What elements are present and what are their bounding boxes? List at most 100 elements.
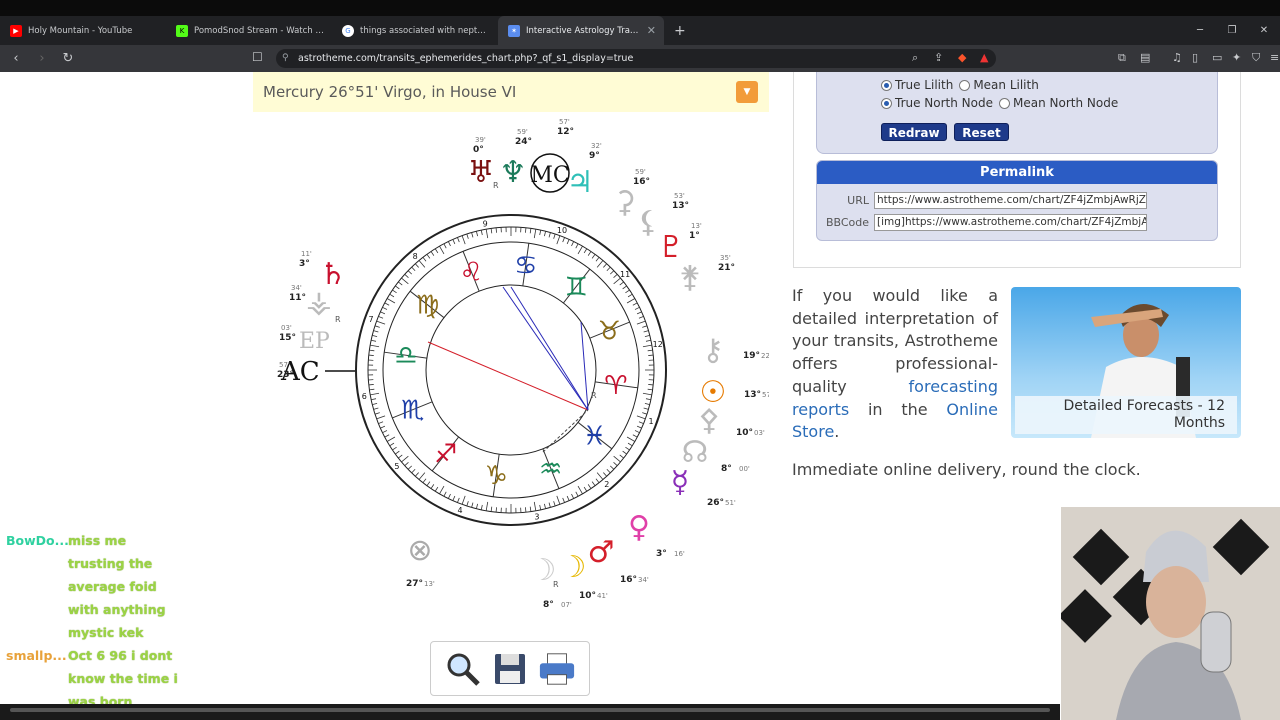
degree-label: 10° [736, 428, 753, 438]
permalink-url-field[interactable]: https://www.astrotheme.com/chart/ZF4jZmb… [874, 192, 1147, 209]
node-options: True North Node Mean North Node [881, 96, 1124, 110]
mars-icon: ♂ [588, 535, 615, 570]
degree-label: 16° [620, 575, 637, 585]
zodiac-sign-icon: ♉ [598, 316, 621, 346]
minute-label: 16' [674, 550, 685, 558]
tab-title: things associated with neptune - Go [360, 25, 490, 36]
zodiac-sign-icon: ♓ [583, 421, 606, 451]
ai-icon[interactable]: ✦ [1232, 51, 1241, 64]
ceres-icon: ⚳ [614, 185, 636, 220]
magnifier-icon[interactable] [444, 650, 482, 688]
chat-message-line: mystic kek [68, 625, 144, 640]
house-number: 2 [604, 480, 609, 489]
zodiac-sign-icon: ♌ [460, 258, 483, 288]
retrograde-label: R [553, 580, 559, 589]
chat-username[interactable]: smallp... [6, 644, 76, 667]
minute-label: 11' [301, 250, 312, 258]
radio-label: True North Node [895, 96, 993, 110]
printer-icon[interactable] [538, 650, 576, 688]
extension-icon[interactable]: ⧉ [1118, 51, 1126, 65]
reload-icon[interactable]: ↻ [58, 51, 78, 66]
horizontal-scrollbar[interactable] [10, 708, 1050, 712]
chat-message-line: trusting the [68, 556, 153, 571]
info-text-end: . [834, 422, 840, 442]
save-icon[interactable] [491, 650, 529, 688]
url-field[interactable]: ⚲ astrotheme.com/transits_ephemerides_ch… [276, 49, 996, 68]
back-icon[interactable]: ‹ [6, 51, 26, 66]
redraw-button[interactable]: Redraw [881, 123, 947, 141]
new-tab-button[interactable]: + [674, 23, 686, 39]
mean-node-radio[interactable] [999, 97, 1010, 109]
part-of-fortune-icon: ⊗ [407, 533, 432, 568]
maximize-icon[interactable]: ❐ [1216, 25, 1248, 36]
chat-username[interactable]: BowDo... [6, 529, 76, 552]
minute-label: 34' [291, 284, 302, 292]
tab-astrotheme[interactable]: ✶ Interactive Astrology Transits, Ep ✕ [498, 16, 664, 45]
degree-tick [525, 507, 527, 513]
mean-lilith-radio[interactable] [959, 79, 971, 91]
chat-message-line: Oct 6 96 i dont [68, 648, 173, 663]
tab-google[interactable]: G things associated with neptune - Go [332, 16, 498, 45]
rewards-icon[interactable]: ▲ [980, 51, 988, 64]
close-tab-icon[interactable]: ✕ [647, 24, 656, 37]
reset-button[interactable]: Reset [954, 123, 1009, 141]
house-number: 9 [483, 219, 488, 228]
degree-label: 3° [299, 259, 310, 269]
juno-icon: ⚵ [679, 260, 701, 295]
midheaven-label: MC [530, 163, 569, 188]
planet-info-text: Mercury 26°51' Virgo, in House VI [263, 83, 517, 101]
true-node-radio[interactable] [881, 97, 892, 109]
tab-kick[interactable]: K PomodSnod Stream - Watch Live [166, 16, 332, 45]
reader-icon[interactable]: ▤ [1140, 51, 1150, 64]
site-info-icon[interactable]: ⚲ [282, 49, 289, 68]
share-icon[interactable]: ⇪ [934, 51, 943, 64]
tab-title: Holy Mountain - YouTube [28, 25, 133, 36]
streamer-webcam-image [1061, 507, 1280, 720]
vesta-icon: ⚶ [306, 285, 332, 320]
zoom-icon[interactable]: ⌕ [912, 51, 918, 65]
minute-label: 53' [674, 192, 685, 200]
kick-icon: K [176, 24, 188, 37]
chat-message-line: average foid [68, 579, 157, 594]
degree-label: 27° [406, 579, 423, 589]
zodiac-sign-icon: ♑ [485, 461, 508, 491]
close-window-icon[interactable]: ✕ [1248, 25, 1280, 36]
top-frame [0, 0, 1280, 16]
house-number: 4 [457, 506, 462, 515]
degree-label: 12° [557, 127, 574, 137]
degree-label: 9° [589, 151, 600, 161]
vpn-icon[interactable]: ⛉ [1252, 51, 1260, 65]
permalink-box: Permalink URL https://www.astrotheme.com… [816, 160, 1218, 241]
permalink-bbcode-field[interactable]: [img]https://www.astrotheme.com/chart/ZF… [874, 214, 1147, 231]
retrograde-label: R [335, 315, 341, 324]
tab-youtube[interactable]: ▶ Holy Mountain - YouTube [0, 16, 166, 45]
brave-shield-icon[interactable]: ◆ [958, 51, 966, 64]
degree-tick [495, 507, 497, 513]
house-number: 6 [362, 392, 367, 401]
sidebar-icon[interactable]: ▯ [1192, 51, 1198, 64]
forward-icon[interactable]: › [32, 51, 52, 66]
url-label: URL [847, 194, 869, 207]
chat-message-line: miss me [68, 533, 127, 548]
radio-label: Mean North Node [1013, 96, 1119, 110]
minute-label: 35' [720, 254, 731, 262]
google-icon: G [342, 24, 354, 37]
dropdown-chevron-icon[interactable]: ▼ [736, 81, 758, 103]
minute-label: 00' [739, 465, 750, 473]
lilith-options: True Lilith Mean Lilith [881, 78, 1045, 92]
forecast-promo-image[interactable]: Detailed Forecasts - 12 Months [1011, 287, 1241, 438]
retrograde-label: R [591, 391, 597, 400]
menu-icon[interactable]: ≡ [1270, 51, 1279, 64]
wallet-icon[interactable]: ▭ [1212, 51, 1222, 64]
minimize-icon[interactable]: ─ [1184, 25, 1216, 36]
degree-label: 8° [543, 600, 554, 610]
bookmark-icon[interactable]: ☐ [252, 50, 263, 64]
forecast-info: If you would like a detailed interpretat… [792, 285, 998, 444]
url-text: astrotheme.com/transits_ephemerides_char… [298, 53, 634, 64]
music-icon[interactable]: ♫ [1172, 51, 1182, 64]
true-lilith-radio[interactable] [881, 79, 892, 91]
retrograde-label: R [493, 181, 499, 190]
permalink-title: Permalink [817, 161, 1217, 184]
zodiac-sign-icon: ♋ [514, 251, 537, 281]
youtube-icon: ▶ [10, 24, 22, 37]
